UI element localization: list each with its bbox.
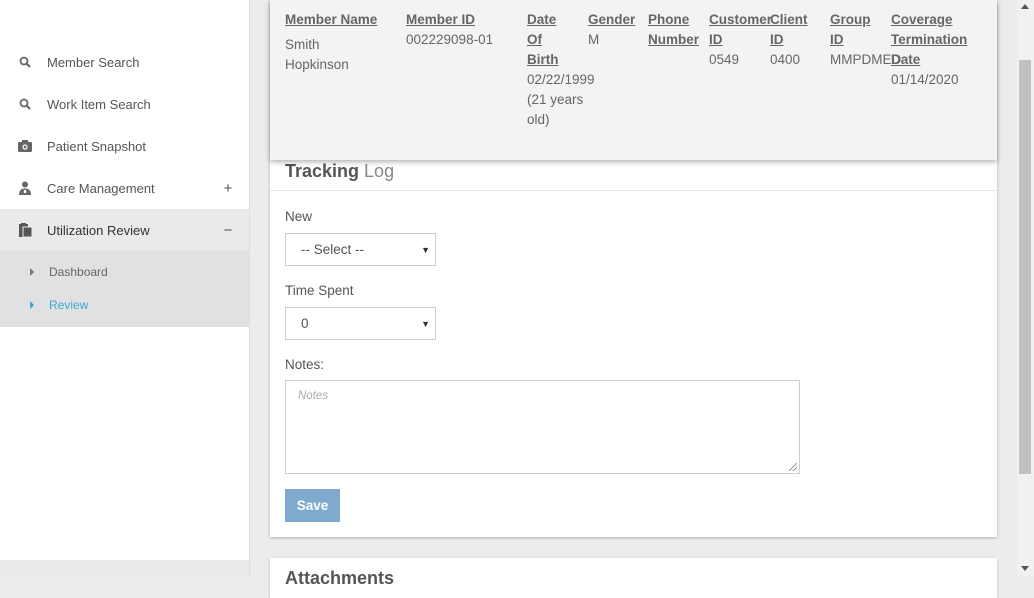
member-name-value: Smith Hopkinson bbox=[285, 37, 349, 72]
tracking-log-title: Tracking Log bbox=[285, 161, 394, 182]
sidebar-item-member-search[interactable]: Member Search bbox=[0, 41, 249, 83]
sidebar-subitem-label: Dashboard bbox=[49, 265, 108, 279]
customer-id-value: 0549 bbox=[709, 52, 740, 67]
member-id-value: 002229098-01 bbox=[406, 32, 494, 47]
time-spent-value: 0 bbox=[301, 316, 309, 331]
member-info-header: Member Name Smith Hopkinson Member ID 00… bbox=[270, 0, 997, 160]
member-name-column: Member Name Smith Hopkinson bbox=[285, 10, 385, 75]
scroll-down-icon[interactable] bbox=[1021, 566, 1029, 571]
sidebar-subitem-label: Review bbox=[49, 298, 89, 312]
phone-column: Phone Number bbox=[648, 10, 703, 50]
sidebar-item-label: Patient Snapshot bbox=[47, 138, 147, 154]
scrollbar-thumb[interactable] bbox=[1019, 60, 1031, 474]
sidebar-subnav: Dashboard Review bbox=[0, 251, 249, 327]
notes-textarea[interactable]: Notes bbox=[285, 380, 800, 474]
caret-right-icon bbox=[30, 268, 34, 276]
new-label: New bbox=[285, 209, 313, 224]
member-name-header[interactable]: Member Name bbox=[285, 10, 385, 30]
customer-id-header[interactable]: Customer ID bbox=[709, 10, 772, 50]
tracking-title-bold: Tracking bbox=[285, 161, 360, 181]
client-id-value: 0400 bbox=[770, 52, 801, 67]
tracking-title-light: Log bbox=[364, 161, 395, 181]
new-select[interactable]: -- Select -- ▼ bbox=[285, 233, 436, 266]
notes-label: Notes: bbox=[285, 357, 325, 372]
sidebar-item-work-item-search[interactable]: Work Item Search bbox=[0, 83, 249, 125]
member-id-header[interactable]: Member ID bbox=[406, 10, 504, 30]
sidebar-item-patient-snapshot[interactable]: Patient Snapshot bbox=[0, 125, 249, 167]
expand-icon[interactable]: + bbox=[222, 180, 234, 197]
dob-value: 02/22/1999 (21 years old) bbox=[527, 72, 595, 127]
sidebar-item-utilization-review[interactable]: Utilization Review − bbox=[0, 209, 249, 251]
group-id-value: MMPDMED bbox=[830, 52, 902, 67]
search-icon bbox=[18, 97, 32, 111]
group-id-header[interactable]: Group ID bbox=[830, 10, 878, 50]
sidebar-item-label: Utilization Review bbox=[47, 222, 150, 238]
sidebar: Member Search Work Item Search Patient S… bbox=[0, 0, 250, 576]
client-id-column: Client ID 0400 bbox=[770, 10, 820, 70]
attachments-card: Attachments bbox=[270, 558, 997, 598]
caret-right-icon bbox=[30, 301, 34, 309]
card-divider bbox=[270, 190, 997, 191]
user-nurse-icon bbox=[18, 181, 32, 195]
notes-placeholder: Notes bbox=[298, 390, 329, 402]
clipboard-icon bbox=[18, 223, 32, 237]
phone-header[interactable]: Phone Number bbox=[648, 10, 703, 50]
dob-header[interactable]: Date Of Birth bbox=[527, 10, 565, 70]
client-id-header[interactable]: Client ID bbox=[770, 10, 820, 50]
collapse-icon[interactable]: − bbox=[222, 222, 234, 239]
attachments-title: Attachments bbox=[285, 568, 395, 588]
sidebar-item-label: Member Search bbox=[47, 54, 140, 70]
gender-value: M bbox=[588, 32, 600, 47]
sidebar-footer bbox=[0, 560, 249, 576]
sidebar-subitem-dashboard[interactable]: Dashboard bbox=[0, 257, 249, 287]
customer-id-column: Customer ID 0549 bbox=[709, 10, 772, 70]
new-select-value: -- Select -- bbox=[301, 242, 365, 257]
coverage-termination-header[interactable]: Coverage Termination Date bbox=[891, 10, 981, 70]
sidebar-item-label: Care Management bbox=[47, 180, 155, 196]
time-spent-label: Time Spent bbox=[285, 283, 354, 298]
sidebar-item-label: Work Item Search bbox=[47, 96, 151, 112]
scroll-up-icon[interactable] bbox=[1021, 4, 1029, 9]
camera-icon bbox=[18, 139, 32, 153]
search-icon bbox=[18, 55, 32, 69]
dropdown-arrow-icon: ▼ bbox=[421, 245, 430, 255]
gender-header[interactable]: Gender bbox=[588, 10, 643, 30]
member-id-column: Member ID 002229098-01 bbox=[406, 10, 504, 50]
save-button[interactable]: Save bbox=[285, 489, 340, 522]
coverage-termination-column: Coverage Termination Date 01/14/2020 bbox=[891, 10, 981, 90]
sidebar-subitem-review[interactable]: Review bbox=[0, 290, 249, 320]
gender-column: Gender M bbox=[588, 10, 643, 50]
sidebar-item-care-management[interactable]: Care Management + bbox=[0, 167, 249, 209]
group-id-column: Group ID MMPDMED bbox=[830, 10, 902, 70]
time-spent-select[interactable]: 0 ▼ bbox=[285, 307, 436, 340]
page-scrollbar[interactable] bbox=[1017, 0, 1034, 576]
coverage-termination-value: 01/14/2020 bbox=[891, 72, 959, 87]
resize-grip-icon[interactable] bbox=[789, 463, 797, 471]
dropdown-arrow-icon: ▼ bbox=[421, 319, 430, 329]
